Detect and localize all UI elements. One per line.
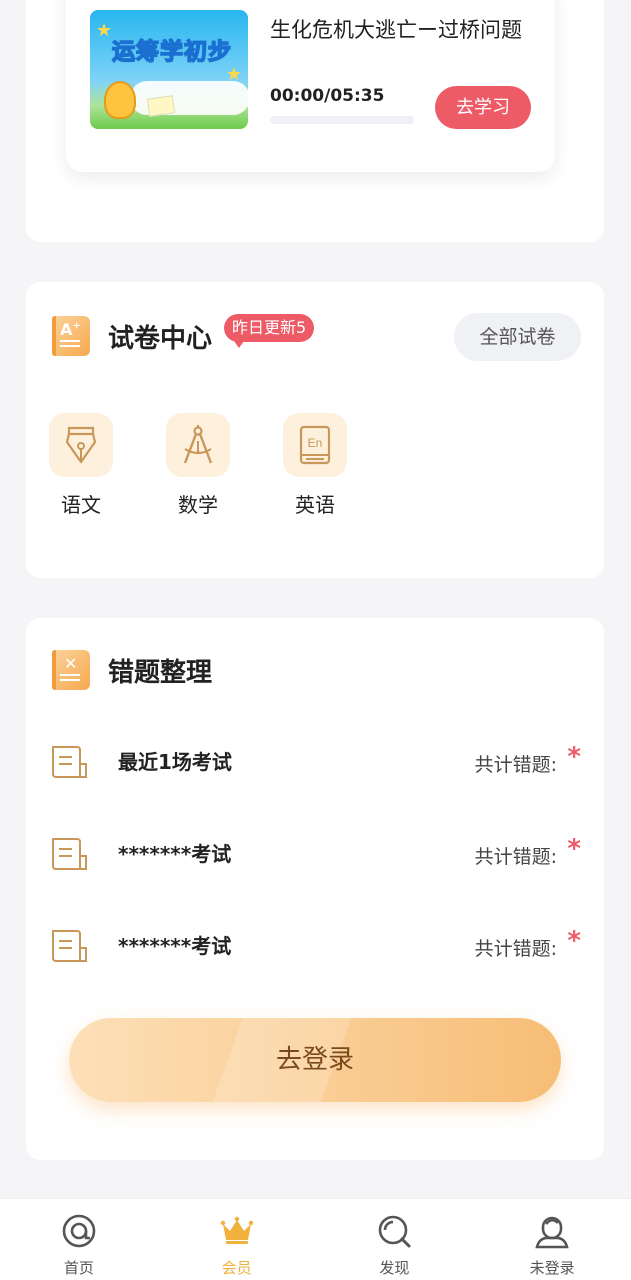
fountain-pen-icon <box>49 413 113 477</box>
wrong-questions-card: ✕ 错题整理 最近1场考试 共计错题: * *******考试 共计错题: * <box>26 618 604 1160</box>
study-button[interactable]: 去学习 <box>435 86 531 129</box>
star-icon: ★ <box>96 20 113 41</box>
course-progress-bar <box>270 116 414 124</box>
bottom-nav: 首页 会员 发现 未登录 <box>0 1198 631 1280</box>
wrong-row[interactable]: 最近1场考试 共计错题: * <box>50 742 581 782</box>
subject-label: 英语 <box>295 493 335 517</box>
wrong-count-value: * <box>567 834 581 864</box>
subject-label: 语文 <box>61 493 101 517</box>
course-time: 00:00/05:35 <box>270 86 385 106</box>
exam-center-title: 试卷中心 <box>108 324 213 354</box>
exam-center-card: A+ 试卷中心 昨日更新5 全部试卷 语文 数学 En 英语 <box>26 282 604 578</box>
course-thumbnail[interactable]: ★ ★ 运筹学初步 <box>90 10 248 129</box>
update-badge: 昨日更新5 <box>224 314 315 348</box>
svg-text:En: En <box>308 436 323 450</box>
subject-english[interactable]: En 英语 <box>283 413 347 518</box>
discover-icon <box>374 1211 414 1251</box>
wrong-questions-title: 错题整理 <box>108 658 213 688</box>
nav-profile[interactable]: 未登录 <box>473 1199 631 1280</box>
wrong-row[interactable]: *******考试 共计错题: * <box>50 926 581 966</box>
wrong-row[interactable]: *******考试 共计错题: * <box>50 834 581 874</box>
login-button-label: 去登录 <box>275 1045 354 1075</box>
exam-name: *******考试 <box>118 842 232 866</box>
course-title[interactable]: 生化危机大逃亡ー过桥问题 <box>270 14 522 44</box>
document-icon <box>52 746 87 778</box>
thumbnail-title: 运筹学初步 <box>111 38 232 66</box>
document-icon <box>52 838 87 870</box>
exam-name: *******考试 <box>118 934 232 958</box>
english-book-icon: En <box>283 413 347 477</box>
home-icon <box>59 1211 99 1251</box>
exam-paper-icon: A+ <box>52 316 90 356</box>
subject-chinese[interactable]: 语文 <box>49 413 113 518</box>
wrong-count-value: * <box>567 742 581 772</box>
document-icon <box>52 930 87 962</box>
crown-icon <box>217 1211 257 1251</box>
wrong-count-label: 共计错题: <box>474 754 557 776</box>
wrong-count-label: 共计错题: <box>474 938 557 960</box>
nav-label: 未登录 <box>529 1259 575 1277</box>
compass-icon <box>166 413 230 477</box>
user-icon <box>532 1211 572 1251</box>
all-papers-button[interactable]: 全部试卷 <box>454 313 581 361</box>
exam-name: 最近1场考试 <box>118 750 232 774</box>
login-button[interactable]: 去登录 <box>69 1018 561 1102</box>
wrong-count-label: 共计错题: <box>474 846 557 868</box>
subject-label: 数学 <box>178 493 218 517</box>
mascot-image <box>104 81 136 119</box>
course-item[interactable]: ★ ★ 运筹学初步 生化危机大逃亡ー过桥问题 00:00/05:35 去学习 <box>66 0 555 172</box>
subject-math[interactable]: 数学 <box>166 413 230 518</box>
nav-label: 会员 <box>221 1259 252 1277</box>
nav-label: 发现 <box>379 1259 410 1277</box>
wrong-book-icon: ✕ <box>52 650 90 690</box>
wrong-count-value: * <box>567 926 581 956</box>
nav-home[interactable]: 首页 <box>0 1199 158 1280</box>
course-card: ★ ★ 运筹学初步 生化危机大逃亡ー过桥问题 00:00/05:35 去学习 <box>26 0 604 242</box>
nav-vip[interactable]: 会员 <box>158 1199 316 1280</box>
nav-discover[interactable]: 发现 <box>316 1199 474 1280</box>
nav-label: 首页 <box>63 1259 94 1277</box>
book-decoration <box>146 95 176 117</box>
